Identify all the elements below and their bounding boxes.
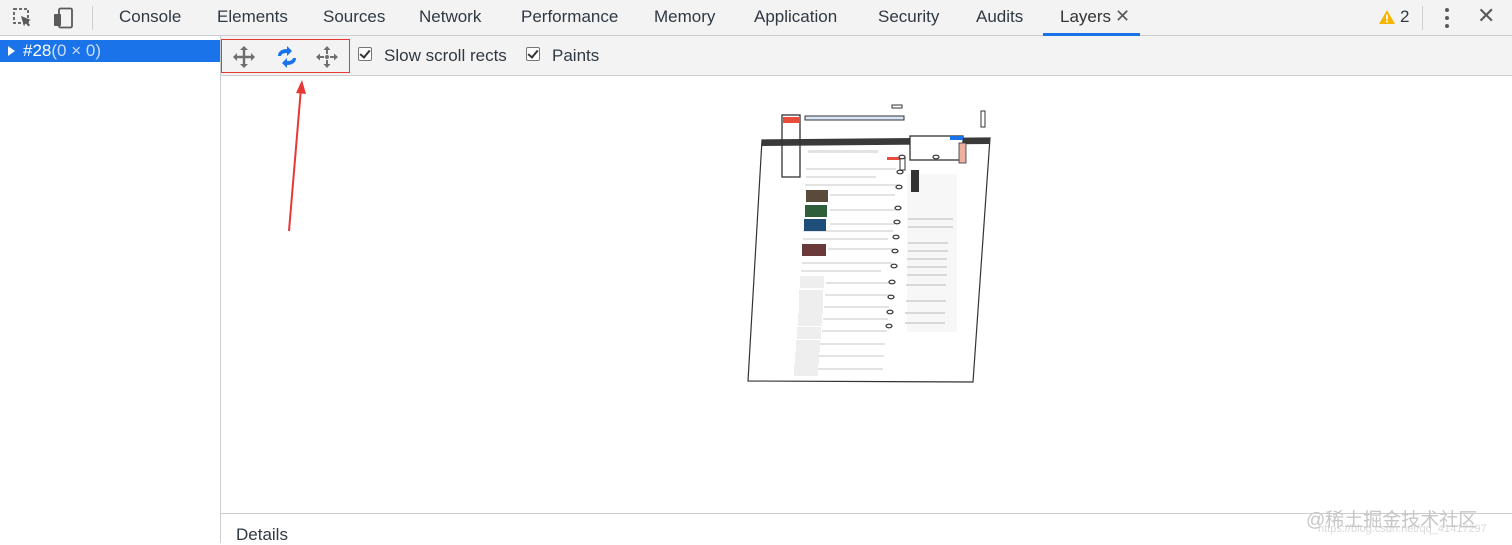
warning-triangle-icon <box>1379 10 1395 24</box>
inspect-element-icon[interactable] <box>10 5 36 31</box>
paints-label: Paints <box>552 46 600 65</box>
watermark: @稀土掘金技术社区 <box>1306 510 1478 531</box>
tab-application[interactable]: Application <box>754 0 837 35</box>
tab-console[interactable]: Console <box>119 0 181 35</box>
rotate-mode-icon[interactable] <box>274 45 298 69</box>
layer-id: #28 <box>23 41 52 60</box>
layers-tree-panel: #28(0 × 0) <box>0 36 221 543</box>
reset-transform-icon[interactable] <box>315 45 339 69</box>
close-devtools-icon[interactable]: ✕ <box>1477 4 1495 28</box>
layers-3d-canvas[interactable] <box>221 76 1512 513</box>
tab-network[interactable]: Network <box>419 0 481 35</box>
layer-size: (0 × 0) <box>51 41 101 60</box>
tab-layers[interactable]: Layers <box>1060 0 1111 35</box>
tab-security[interactable]: Security <box>878 0 939 35</box>
warnings-counter[interactable]: 2 <box>1378 6 1409 28</box>
layer-tree-item[interactable]: #28(0 × 0) <box>0 40 220 62</box>
layers-3d-viewport[interactable] <box>221 76 1512 513</box>
warning-count: 2 <box>1400 7 1410 26</box>
expand-triangle-icon[interactable] <box>8 46 15 56</box>
details-heading: Details <box>236 525 288 544</box>
device-toolbar-icon[interactable] <box>50 5 76 31</box>
tab-audits[interactable]: Audits <box>976 0 1023 35</box>
toolbar-divider <box>92 6 93 30</box>
close-tab-icon[interactable]: ✕ <box>1115 6 1130 26</box>
pan-mode-icon[interactable] <box>232 45 256 69</box>
tab-performance[interactable]: Performance <box>521 0 618 35</box>
slow-scroll-rects-label: Slow scroll rects <box>384 46 507 65</box>
devtools-tab-bar: Console Elements Sources Network Perform… <box>0 0 1512 36</box>
tab-elements[interactable]: Elements <box>217 0 288 35</box>
more-options-icon[interactable] <box>1440 6 1454 30</box>
layers-toolbar: Slow scroll rects Paints <box>221 36 1512 76</box>
slow-scroll-rects-checkbox[interactable] <box>358 47 372 61</box>
toolbar-divider <box>1422 6 1423 30</box>
tab-sources[interactable]: Sources <box>323 0 385 35</box>
paints-checkbox[interactable] <box>526 47 540 61</box>
tab-memory[interactable]: Memory <box>654 0 715 35</box>
